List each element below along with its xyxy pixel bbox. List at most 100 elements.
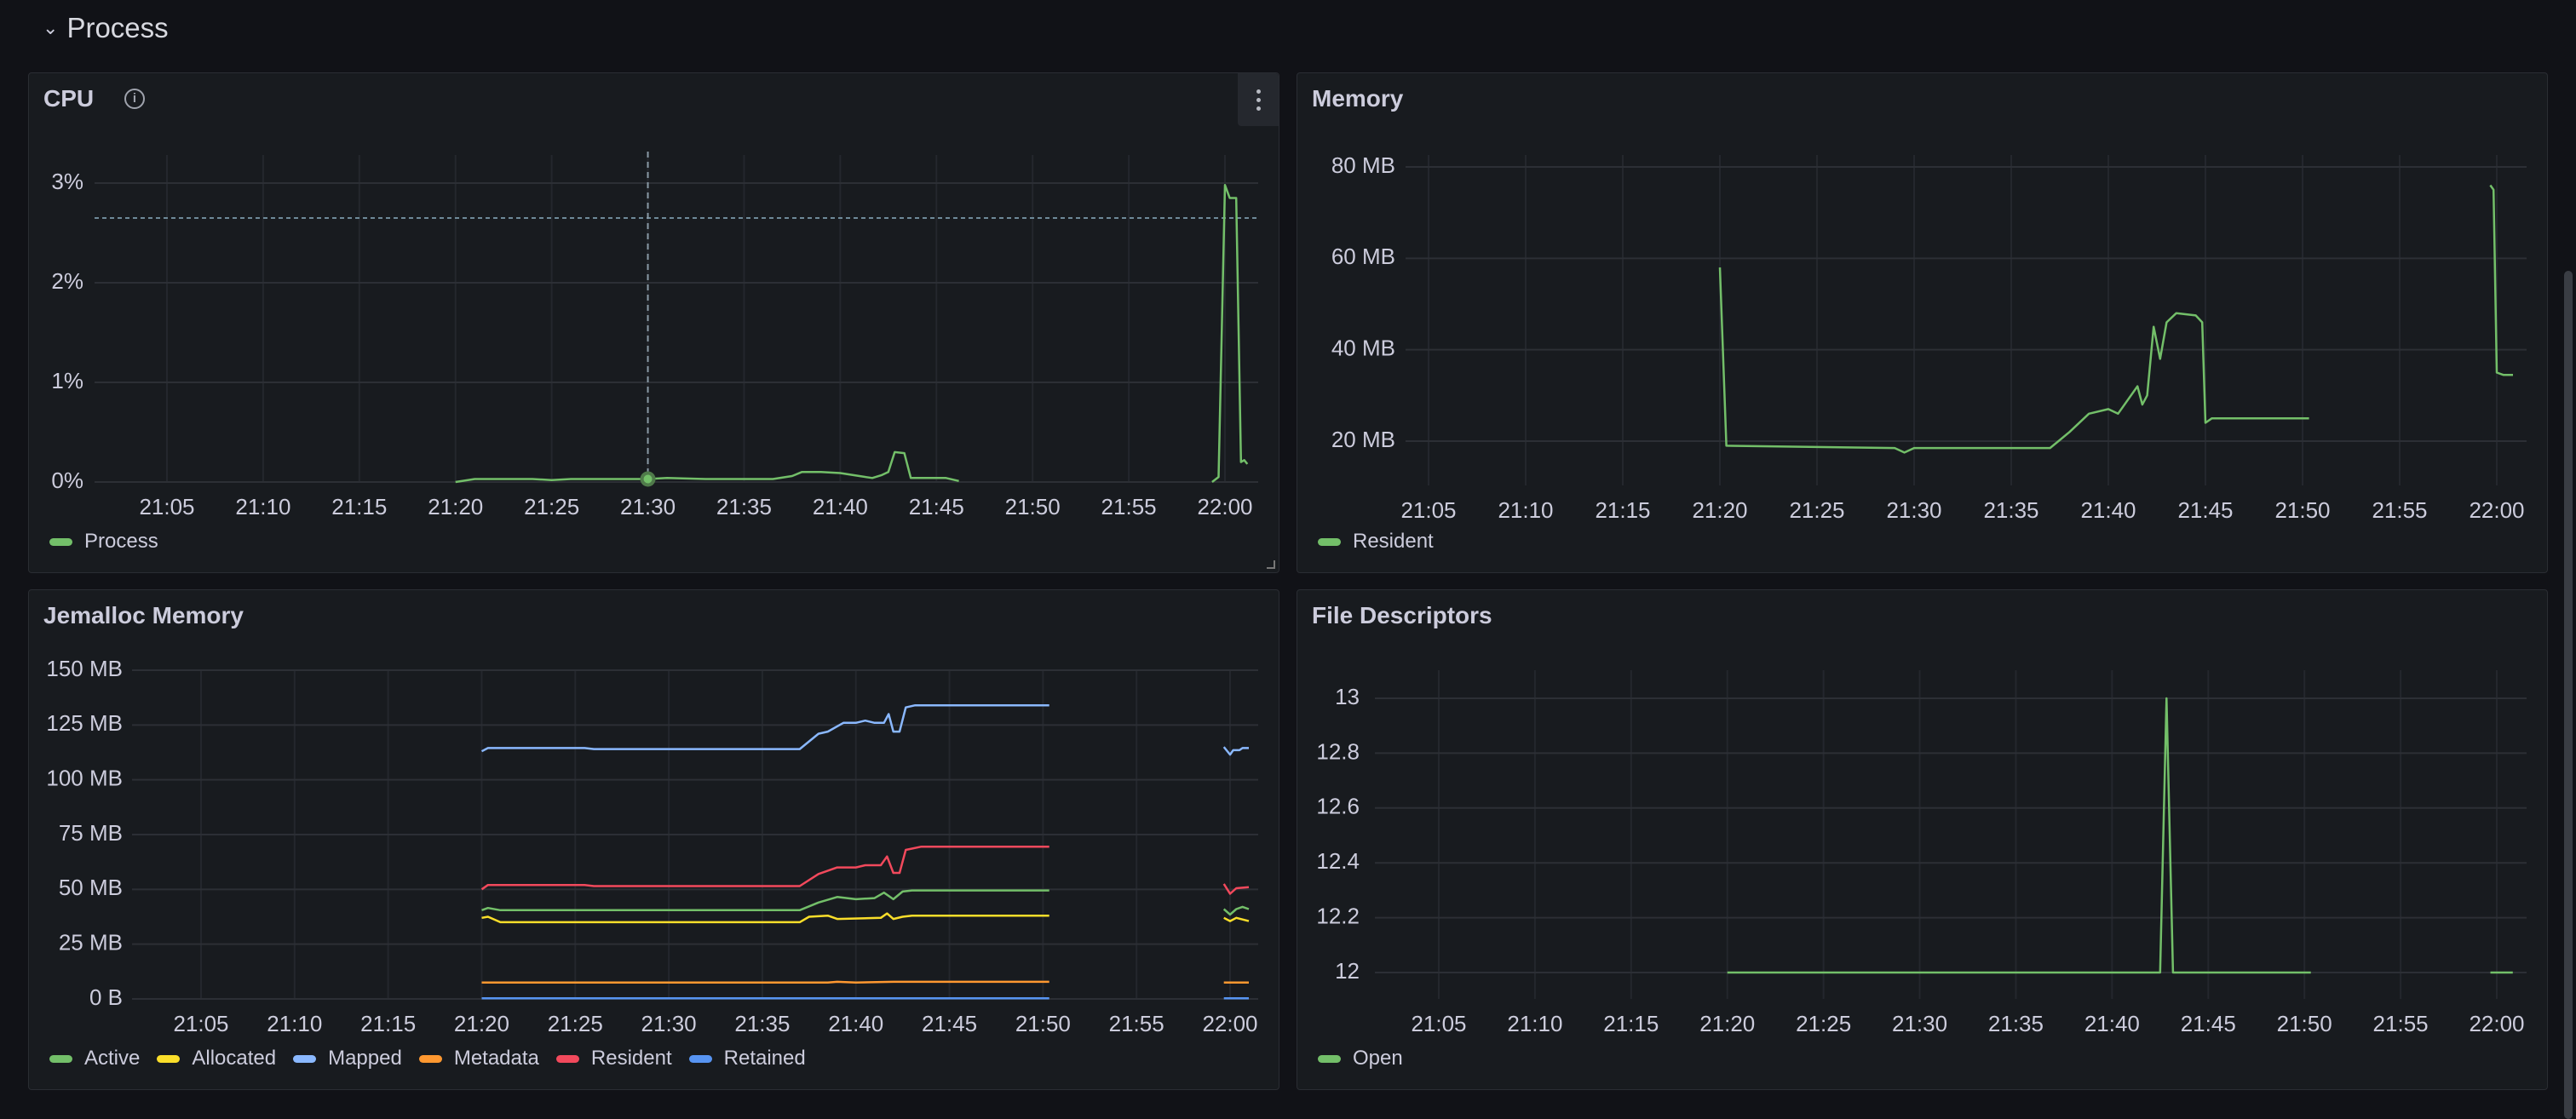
x-tick-label: 21:40 [828,1011,883,1036]
y-tick-label: 50 MB [59,875,123,900]
legend-label: Mapped [328,1047,402,1070]
y-tick-label: 12.4 [1316,848,1360,874]
x-tick-label: 21:55 [1109,1011,1164,1036]
series-line-metadata [481,980,1249,984]
legend-swatch [1318,1054,1341,1063]
panel-cpu: 21:05 21:10 21:15 21:20 21:25 21:30 21:35 21:40… [28,72,1279,573]
legend-item-mapped[interactable]: Mapped [293,1047,402,1070]
legend: Resident [1318,530,1434,554]
x-tick-label: 21:20 [1692,497,1747,523]
row-collapse-process[interactable]: ⌄ Process [43,12,169,44]
y-tick-label: 12.2 [1316,903,1360,928]
x-tick-label: 21:50 [1015,1011,1071,1036]
panel-menu-button[interactable] [1238,73,1279,126]
y-tick-label: 40 MB [1331,336,1395,361]
legend-label: Resident [590,1047,672,1070]
x-tick-label: 21:25 [548,1011,603,1036]
legend-item-process[interactable]: Process [49,530,158,554]
x-tick-label: 21:15 [360,1011,416,1036]
x-tick-label: 21:05 [1400,497,1456,523]
legend-swatch [418,1054,442,1063]
legend-label: Process [84,530,158,553]
legend-label: Metadata [453,1047,539,1070]
x-tick-label: 21:45 [2181,1011,2236,1036]
chart-fd[interactable]: 21:05 21:10 21:15 21:20 21:25 21:30 21:35 21:40… [1297,590,2549,1091]
x-tick-label: 21:15 [331,494,387,519]
panel-memory: 21:05 21:10 21:15 21:20 21:25 21:30 21:35 21:40… [1297,72,2548,573]
legend-label: Allocated [192,1047,277,1070]
y-tick-label: 100 MB [46,766,123,791]
x-tick-label: 21:10 [235,494,290,519]
x-tick-label: 22:00 [1202,1011,1257,1036]
legend-item-open[interactable]: Open [1318,1047,1403,1070]
x-tick-label: 21:40 [2084,1011,2140,1036]
y-tick-label: 150 MB [46,656,123,681]
x-tick-label: 21:10 [1498,497,1553,523]
y-tick-label: 20 MB [1331,427,1395,452]
series-line-mapped [480,703,1249,756]
x-tick-label: 21:55 [2373,1011,2429,1036]
x-tick-label: 21:30 [641,1011,697,1036]
y-tick-label: 12.8 [1316,738,1360,764]
x-tick-label: 21:45 [909,494,964,519]
chart-jemalloc[interactable]: 21:05 21:10 21:15 21:20 21:25 21:30 21:35 21:40… [29,590,1280,1091]
series-line-allocated [481,912,1250,924]
x-tick-label: 21:40 [813,494,868,519]
x-tick-label: 21:05 [173,1011,228,1036]
y-tick-label: 1% [51,368,83,393]
x-tick-label: 21:30 [620,494,676,519]
x-tick-label: 21:55 [1101,494,1157,519]
x-tick-label: 21:30 [1892,1011,1947,1036]
x-tick-label: 21:40 [2080,497,2136,523]
resize-handle[interactable] [1267,560,1275,569]
x-tick-label: 22:00 [2469,497,2524,523]
x-tick-label: 21:10 [267,1011,322,1036]
panel-jemalloc-memory: 21:05 21:10 21:15 21:20 21:25 21:30 21:35 21:40… [28,589,1279,1090]
x-tick-label: 21:10 [1507,1011,1562,1036]
y-tick-label: 60 MB [1331,244,1395,269]
legend-item-retained[interactable]: Retained [688,1047,806,1070]
x-tick-label: 21:25 [524,494,579,519]
legend-swatch [49,1054,72,1063]
chart-memory[interactable]: 21:05 21:10 21:15 21:20 21:25 21:30 21:35 21:40… [1297,73,2549,574]
legend-label: Open [1353,1047,1403,1070]
legend-item-active[interactable]: Active [49,1047,140,1070]
legend-swatch [49,537,72,546]
x-tick-label: 22:00 [2469,1011,2524,1036]
y-tick-label: 2% [51,268,83,294]
series-line-resident [1718,184,2513,454]
x-tick-label: 22:00 [1197,494,1252,519]
x-tick-label: 21:30 [1886,497,1941,523]
legend-swatch [555,1054,579,1063]
x-tick-label: 21:05 [139,494,194,519]
series-line-open [1727,697,2513,974]
legend-item-metadata[interactable]: Metadata [418,1047,539,1070]
x-tick-label: 21:25 [1796,1011,1851,1036]
x-tick-label: 21:50 [1005,494,1061,519]
legend-item-allocated[interactable]: Allocated [157,1047,276,1070]
legend: Open [1318,1047,1403,1070]
y-tick-label: 0 B [89,984,123,1010]
x-tick-label: 21:35 [734,1011,790,1036]
x-tick-label: 21:45 [922,1011,977,1036]
panel-file-descriptors: 21:05 21:10 21:15 21:20 21:25 21:30 21:35 21:40… [1297,589,2548,1090]
y-tick-label: 125 MB [46,710,123,736]
x-tick-label: 21:50 [2277,1011,2332,1036]
x-tick-label: 21:45 [2177,497,2233,523]
series-line-resident [480,845,1250,895]
legend-item-resident[interactable]: Resident [1318,530,1434,554]
y-tick-label: 75 MB [59,820,123,846]
x-tick-label: 21:55 [2372,497,2427,523]
series-line-active [481,889,1250,916]
y-tick-label: 13 [1335,684,1360,709]
info-icon[interactable]: i [124,89,145,109]
chart-cpu[interactable]: 21:05 21:10 21:15 21:20 21:25 21:30 21:35 21:40… [29,73,1280,574]
legend-item-resident[interactable]: Resident [555,1047,672,1070]
legend-swatch [157,1054,181,1063]
legend: Active Allocated Mapped Metadata Resident Ret… [49,1047,806,1070]
x-tick-label: 21:20 [454,1011,509,1036]
x-tick-label: 21:15 [1603,1011,1659,1036]
scrollbar[interactable] [2564,271,2573,1119]
panel-title: Memory [1312,85,1404,112]
x-tick-label: 21:20 [428,494,483,519]
